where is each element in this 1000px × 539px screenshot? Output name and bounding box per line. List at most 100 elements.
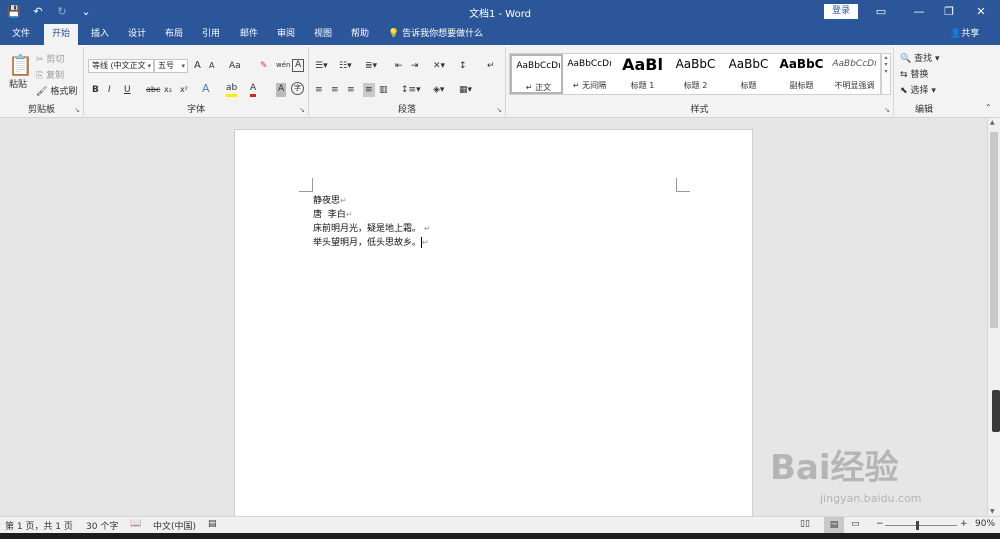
align-left-icon[interactable]: ≡: [315, 83, 323, 97]
copy-button[interactable]: ⎘ 复制: [36, 69, 64, 83]
collapse-ribbon-icon[interactable]: ⌃: [985, 101, 992, 115]
tab-review[interactable]: 审阅: [269, 24, 303, 45]
tab-design[interactable]: 设计: [120, 24, 154, 45]
paste-icon[interactable]: 📋: [8, 53, 33, 77]
font-color-button[interactable]: A: [250, 83, 257, 97]
style-heading-2[interactable]: AaBbC 标题 2: [669, 54, 722, 94]
bullets-icon[interactable]: ☰▾: [315, 59, 328, 73]
tab-mailings[interactable]: 邮件: [232, 24, 266, 45]
shrink-font-button[interactable]: A: [209, 59, 214, 73]
numbering-icon[interactable]: ☷▾: [339, 59, 352, 73]
replace-button[interactable]: ⇆ 替换: [900, 68, 928, 82]
tab-insert[interactable]: 插入: [83, 24, 117, 45]
zoom-in-icon[interactable]: +: [960, 519, 968, 529]
select-button[interactable]: ⬉ 选择 ▾: [900, 84, 936, 98]
subscript-button[interactable]: x₂: [164, 83, 172, 97]
print-layout-icon[interactable]: ▤: [824, 517, 844, 533]
superscript-button[interactable]: x²: [180, 83, 188, 97]
cut-button[interactable]: ✂ 剪切: [36, 53, 64, 67]
zoom-slider[interactable]: [885, 525, 957, 526]
dialog-launcher-icon[interactable]: ↘: [884, 106, 890, 114]
format-painter-button[interactable]: 🖌 格式刷: [36, 85, 77, 99]
dialog-launcher-icon[interactable]: ↘: [496, 106, 502, 114]
phonetic-guide-button[interactable]: wén: [276, 58, 290, 72]
proofing-icon[interactable]: 📖: [130, 519, 141, 529]
find-button[interactable]: 🔍 查找 ▾: [900, 52, 940, 66]
style-heading-1[interactable]: AaBl 标题 1: [616, 54, 669, 94]
highlight-button[interactable]: ab: [226, 83, 238, 97]
side-panel-handle[interactable]: [992, 390, 1000, 432]
underline-button[interactable]: U: [124, 83, 131, 97]
crop-mark-top-right: [676, 178, 690, 192]
tell-me-box[interactable]: 💡 告诉我你想要做什么: [388, 24, 483, 45]
scrollbar-thumb[interactable]: [990, 132, 998, 328]
scroll-down-icon[interactable]: ▼: [990, 508, 995, 515]
grow-font-button[interactable]: A: [194, 59, 201, 73]
zoom-slider-knob[interactable]: [916, 521, 920, 530]
vertical-scrollbar[interactable]: ▲ ▼: [987, 118, 1000, 516]
font-size-select[interactable]: 五号 ▾: [154, 59, 188, 73]
strikethrough-button[interactable]: abc: [146, 83, 160, 97]
text-effects-button[interactable]: A: [202, 82, 210, 96]
macro-icon[interactable]: ▤: [208, 519, 217, 529]
tab-layout[interactable]: 布局: [157, 24, 191, 45]
show-marks-icon[interactable]: ↵: [487, 59, 495, 73]
language-indicator[interactable]: 中文(中国): [153, 519, 196, 532]
replace-label: 替换: [910, 70, 929, 80]
style-subtitle[interactable]: AaBbC 副标题: [775, 54, 828, 94]
character-shading-button[interactable]: A: [276, 83, 287, 97]
multilevel-list-icon[interactable]: ≣▾: [365, 59, 377, 73]
borders-icon[interactable]: ▦▾: [459, 83, 472, 97]
style-subtle-emphasis[interactable]: AaBbCcDı 不明显强调: [828, 54, 881, 94]
read-mode-icon[interactable]: ▯▯: [800, 519, 810, 529]
ribbon-display-options-icon[interactable]: ▭: [866, 2, 896, 22]
document-page[interactable]: 静夜思↵ 唐 李白↵ 床前明月光，疑是地上霜。 ↵ 举头望明月，低头思故乡。↵: [234, 129, 753, 529]
clear-formatting-icon[interactable]: ✎: [260, 59, 268, 73]
distributed-icon[interactable]: ▥: [379, 83, 388, 97]
tab-references[interactable]: 引用: [194, 24, 228, 45]
align-right-icon[interactable]: ≡: [347, 83, 355, 97]
scroll-up-icon[interactable]: ▲: [990, 119, 995, 126]
styles-gallery-scroll[interactable]: ▴ ▾ ▾: [881, 53, 891, 95]
style-normal[interactable]: AaBbCcDı ↵ 正文: [510, 54, 563, 94]
enclose-characters-button[interactable]: 字: [291, 82, 304, 95]
word-count[interactable]: 30 个字: [86, 519, 118, 532]
document-line[interactable]: 静夜思↵: [313, 193, 347, 206]
web-layout-icon[interactable]: ▭: [851, 519, 860, 529]
share-button[interactable]: 👤共享: [950, 24, 979, 45]
chinese-layout-icon[interactable]: ✕▾: [433, 59, 445, 73]
dialog-launcher-icon[interactable]: ↘: [299, 106, 305, 114]
restore-icon[interactable]: ❐: [934, 2, 964, 22]
document-line[interactable]: 唐 李白↵: [313, 207, 352, 220]
tab-home[interactable]: 开始: [44, 24, 79, 45]
font-name-select[interactable]: 等线 (中文正文 ▾: [88, 59, 154, 73]
paste-button[interactable]: 粘贴: [9, 78, 27, 92]
page-count[interactable]: 第 1 页，共 1 页: [5, 519, 73, 532]
bold-button[interactable]: B: [92, 83, 99, 97]
close-icon[interactable]: ✕: [966, 2, 996, 22]
change-case-button[interactable]: Aa: [229, 59, 241, 73]
zoom-level[interactable]: 90%: [975, 519, 995, 529]
style-name: 标题 2: [683, 81, 708, 90]
document-line[interactable]: 床前明月光，疑是地上霜。 ↵: [313, 221, 431, 234]
style-name: 副标题: [789, 81, 814, 90]
decrease-indent-icon[interactable]: ⇤: [395, 59, 403, 73]
increase-indent-icon[interactable]: ⇥: [411, 59, 419, 73]
shading-icon[interactable]: ◈▾: [433, 83, 444, 97]
tab-help[interactable]: 帮助: [343, 24, 377, 45]
style-title[interactable]: AaBbC 标题: [722, 54, 775, 94]
style-no-spacing[interactable]: AaBbCcDı ↵ 无间隔: [563, 54, 616, 94]
sort-icon[interactable]: ↕: [459, 59, 467, 73]
minimize-icon[interactable]: —: [904, 2, 934, 22]
zoom-out-icon[interactable]: −: [876, 519, 884, 529]
character-border-button[interactable]: A: [292, 59, 305, 72]
align-center-icon[interactable]: ≡: [331, 83, 339, 97]
dialog-launcher-icon[interactable]: ↘: [74, 106, 80, 114]
line-spacing-icon[interactable]: ↕≡▾: [401, 83, 421, 97]
login-button[interactable]: 登录: [824, 4, 858, 19]
tab-file[interactable]: 文件: [4, 24, 38, 45]
document-line[interactable]: 举头望明月，低头思故乡。↵: [313, 235, 429, 248]
tab-view[interactable]: 视图: [306, 24, 340, 45]
justify-icon[interactable]: ≡: [363, 83, 375, 97]
italic-button[interactable]: I: [108, 83, 111, 97]
